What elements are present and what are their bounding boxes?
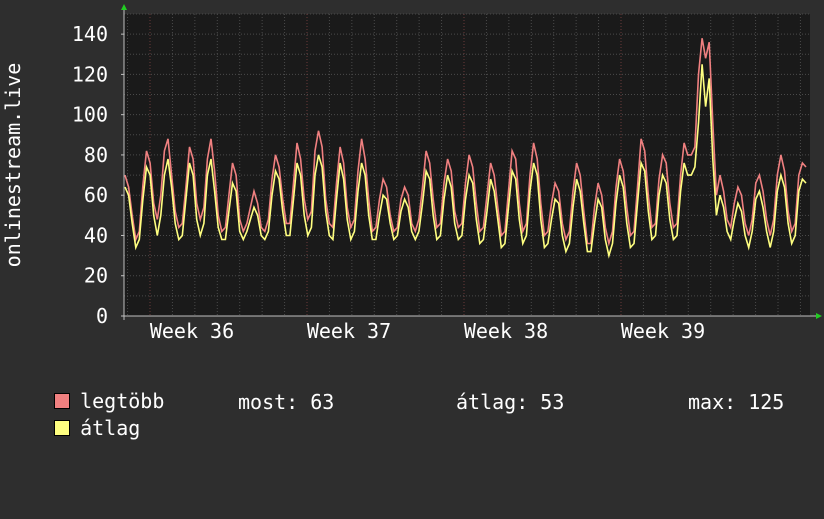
y-tick-label: 80 xyxy=(84,143,108,167)
y-tick-label: 60 xyxy=(84,183,108,207)
y-tick-label: 120 xyxy=(72,62,108,86)
y-tick-label: 140 xyxy=(72,22,108,46)
stat-atlag: átlag: 53 xyxy=(456,390,565,414)
y-tick-label: 40 xyxy=(84,223,108,247)
legend-swatch-atlag xyxy=(54,420,71,436)
y-tick-label: 0 xyxy=(96,304,108,328)
x-tick-label: Week 36 xyxy=(150,319,234,343)
x-tick-labels: Week 36 Week 37 Week 38 Week 39 xyxy=(150,319,705,343)
x-tick-label: Week 39 xyxy=(621,319,705,343)
legend-row-avg: átlag most: 63 átlag: 53 max: 125 xyxy=(30,389,800,519)
legend-label-atlag: átlag xyxy=(80,416,141,440)
x-axis-arrow xyxy=(816,313,822,319)
y-tick-label: 20 xyxy=(84,264,108,288)
plot-area xyxy=(124,14,810,316)
y-axis-arrow xyxy=(121,4,127,10)
y-axis-label: onlinestream.live xyxy=(1,63,25,268)
stat-max: max: 125 xyxy=(688,390,785,414)
x-tick-label: Week 37 xyxy=(307,319,391,343)
y-tick-label: 100 xyxy=(72,103,108,127)
y-tick-labels: 0 20 40 60 80 100 120 140 xyxy=(72,22,108,328)
x-tick-label: Week 38 xyxy=(464,319,548,343)
stat-most: most: 63 xyxy=(238,390,335,414)
line-chart: 0 20 40 60 80 100 120 140 Week 36 Week 37 Week 38… xyxy=(1,4,822,343)
